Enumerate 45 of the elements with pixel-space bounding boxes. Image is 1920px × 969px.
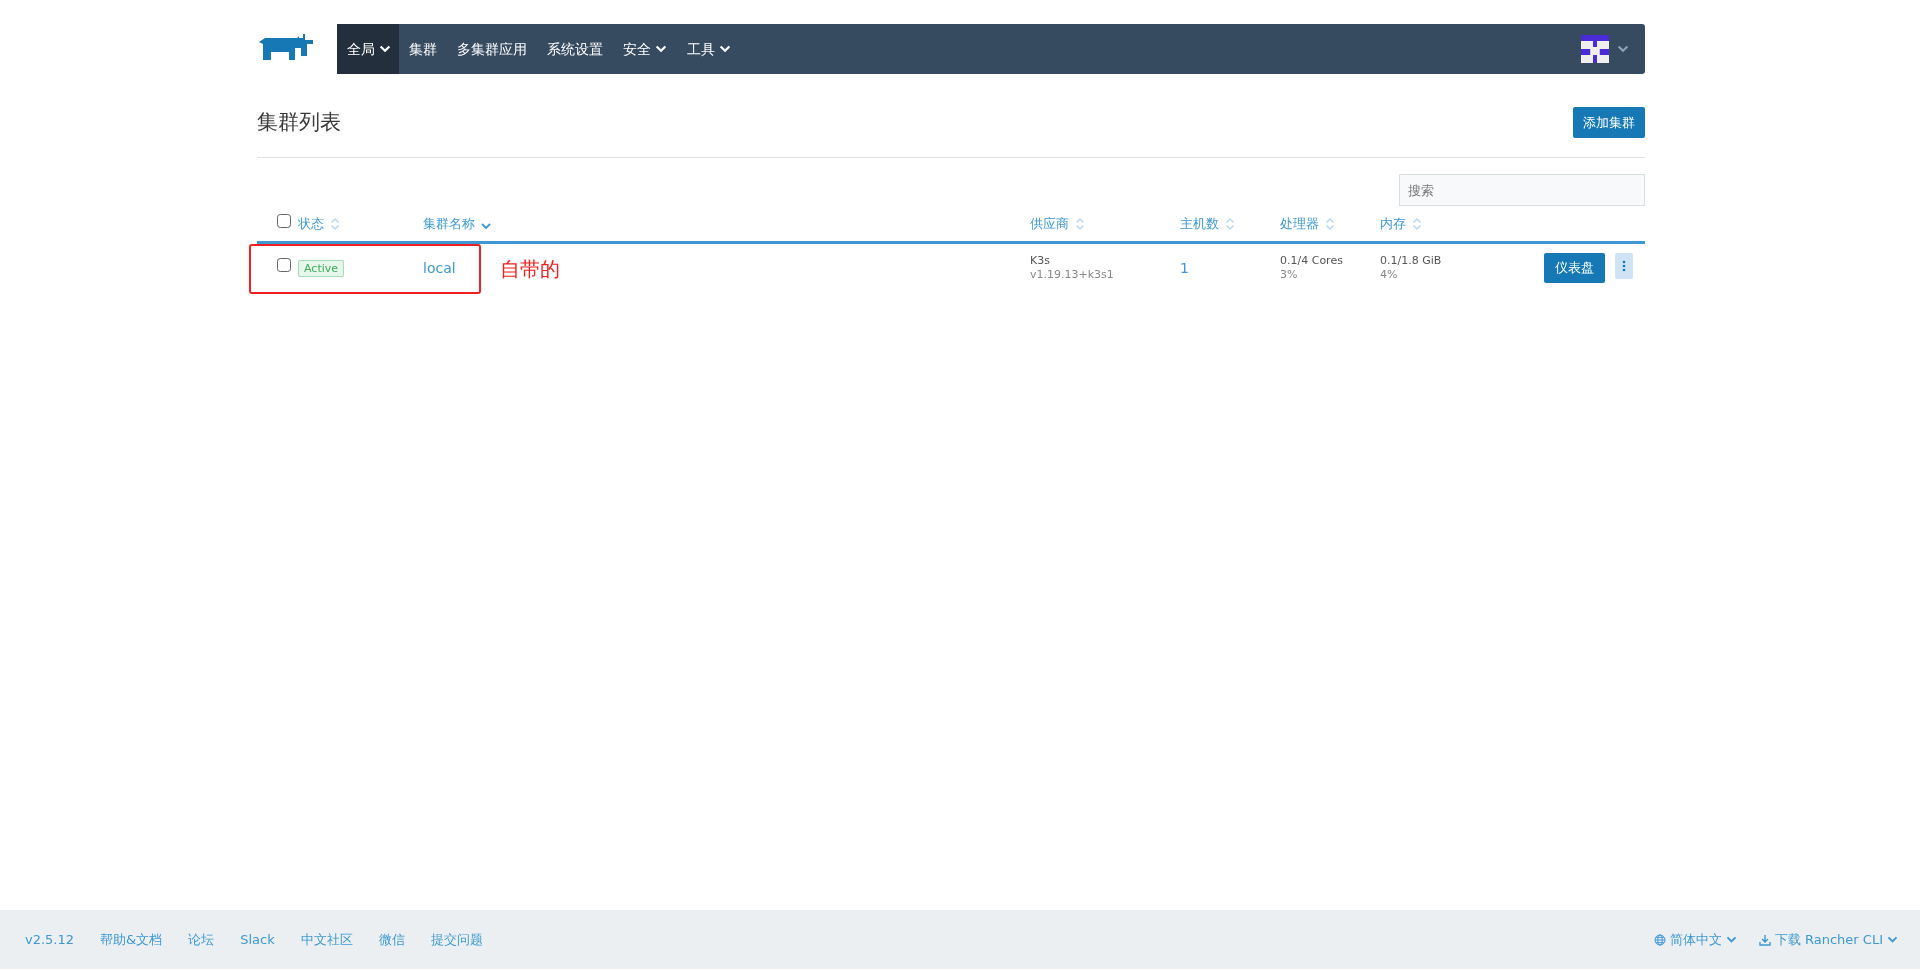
column-header[interactable]: 处理器 — [1280, 213, 1319, 234]
cluster-name-link[interactable]: local — [423, 259, 456, 276]
add-cluster-button[interactable]: 添加集群 — [1573, 106, 1645, 139]
nav-tab[interactable]: 多集群应用 — [447, 24, 537, 74]
chevron-down-icon — [1617, 45, 1629, 53]
nav-tab[interactable]: 安全 — [613, 24, 677, 74]
column-header[interactable]: 内存 — [1380, 213, 1406, 234]
footer-link[interactable]: 提交问题 — [430, 929, 483, 950]
version-link[interactable]: v2.5.12 — [25, 929, 75, 950]
provider-text: K3s — [1030, 253, 1051, 268]
version-text: v1.19.13+k3s1 — [1030, 268, 1115, 283]
download-icon — [1758, 933, 1771, 946]
chevron-down-icon — [1887, 935, 1898, 944]
column-header[interactable]: 供应商 — [1030, 213, 1069, 234]
nav-tab[interactable]: 系统设置 — [537, 24, 613, 74]
nav-tab[interactable]: 工具 — [677, 24, 741, 74]
footer-link[interactable]: 中文社区 — [300, 929, 353, 950]
column-header[interactable]: 主机数 — [1180, 213, 1219, 234]
footer-link[interactable]: 帮助&文档 — [100, 929, 163, 950]
more-actions-button[interactable] — [1615, 253, 1633, 280]
avatar[interactable] — [1581, 35, 1609, 63]
status-badge: Active — [298, 260, 345, 278]
select-all-checkbox[interactable] — [277, 213, 291, 228]
chevron-down-icon — [1725, 935, 1737, 944]
footer-link[interactable]: Slack — [240, 929, 275, 950]
dashboard-button[interactable]: 仪表盘 — [1544, 253, 1605, 283]
footer-link[interactable]: 微信 — [378, 929, 405, 950]
column-header[interactable]: 集群名称 — [423, 213, 475, 234]
language-selector[interactable]: 简体中文 — [1653, 929, 1737, 950]
globe-icon — [1653, 933, 1666, 946]
memory-percent: 4% — [1380, 268, 1399, 283]
row-checkbox[interactable] — [277, 258, 291, 273]
nav-tab[interactable]: 集群 — [399, 24, 447, 74]
node-count[interactable]: 1 — [1180, 259, 1189, 276]
download-cli-link[interactable]: 下载 Rancher CLI — [1758, 929, 1898, 950]
vertical-dots-icon — [1622, 260, 1626, 273]
memory-usage: 0.1/1.8 GiB — [1380, 253, 1443, 268]
footer-link[interactable]: 论坛 — [188, 929, 215, 950]
search-field[interactable]: 搜索 — [1399, 174, 1645, 206]
page-title: 集群列表 — [257, 109, 341, 136]
cpu-usage: 0.1/4 Cores — [1280, 253, 1344, 268]
cpu-percent: 3% — [1280, 268, 1299, 283]
nav-tab[interactable]: 全局 — [337, 24, 399, 74]
column-header[interactable]: 状态 — [298, 213, 324, 234]
annotation-text: 自带的 — [500, 256, 560, 283]
